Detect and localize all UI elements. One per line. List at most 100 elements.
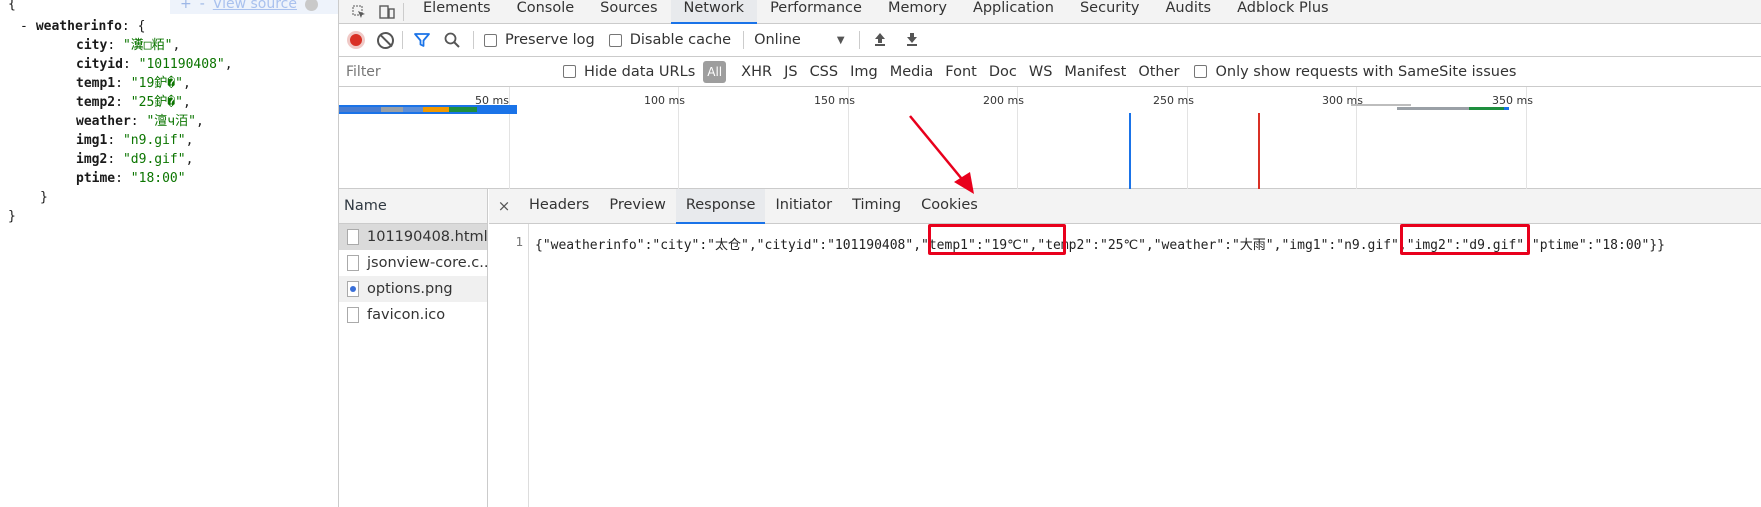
filter-type-font[interactable]: Font	[940, 61, 982, 83]
samesite-checkbox[interactable]: Only show requests with SameSite issues	[1194, 64, 1516, 80]
json-line: }	[40, 187, 48, 208]
toolbar-divider	[403, 2, 404, 21]
filter-type-img[interactable]: Img	[845, 61, 883, 83]
detail-tab-response[interactable]: Response	[675, 188, 766, 224]
json-line: - weatherinfo: {	[20, 16, 145, 37]
json-value: "n9.gif"	[122, 133, 186, 148]
request-row[interactable]: favicon.ico	[339, 302, 487, 328]
detail-tab-headers[interactable]: Headers	[519, 189, 599, 224]
panel-tabs: Elements Console Sources Network Performance…	[410, 0, 1342, 24]
tab-application[interactable]: Application	[960, 0, 1067, 24]
filter-bar: Hide data URLs All XHRJSCSSImgMediaFontDo…	[339, 57, 1761, 87]
record-button[interactable]	[347, 31, 365, 49]
tab-elements[interactable]: Elements	[410, 0, 504, 24]
preserve-log-checkbox[interactable]: Preserve log	[484, 32, 595, 48]
detail-tab-initiator[interactable]: Initiator	[765, 189, 842, 224]
json-key: img1	[76, 133, 108, 148]
json-value: "18:00"	[130, 171, 186, 186]
expand-all-button[interactable]: +	[180, 0, 192, 15]
json-key: ptime	[76, 171, 116, 186]
filter-type-manifest[interactable]: Manifest	[1059, 61, 1131, 83]
tab-audits[interactable]: Audits	[1153, 0, 1225, 24]
throttling-value: Online	[754, 32, 801, 48]
json-line: cityid: "101190408",	[76, 54, 233, 75]
filter-type-ws[interactable]: WS	[1024, 61, 1058, 83]
json-comma: ,	[195, 114, 204, 129]
json-line: temp2: "25鈩�",	[76, 92, 191, 113]
tab-memory[interactable]: Memory	[875, 0, 960, 24]
toolbar-divider	[743, 31, 745, 49]
dom-content-loaded-marker	[1129, 113, 1131, 189]
tab-console[interactable]: Console	[504, 0, 588, 24]
checkbox-box[interactable]	[563, 65, 576, 78]
request-row[interactable]: jsonview-core.c...	[339, 250, 487, 276]
network-overview-timeline[interactable]: 50 ms 100 ms 150 ms 200 ms 250 ms 300 ms 350 m…	[339, 87, 1761, 189]
timeline-tick-label: 250 ms	[1153, 94, 1194, 107]
devtools-tabbar: Elements Console Sources Network Performance…	[339, 0, 1761, 24]
checkbox-box[interactable]	[608, 33, 622, 47]
document-file-icon	[347, 229, 359, 245]
chevron-down-icon: ▼	[836, 34, 845, 46]
name-column-label: Name	[344, 198, 387, 214]
json-line: weather: "澶ч洦",	[76, 111, 204, 132]
json-key: weather	[76, 114, 131, 129]
json-comma: ,	[185, 152, 194, 167]
gear-icon[interactable]	[304, 0, 318, 11]
filter-input[interactable]	[344, 60, 551, 83]
device-toolbar-icon[interactable]	[377, 3, 397, 21]
hide-data-urls-checkbox[interactable]: Hide data URLs	[563, 64, 695, 80]
json-brace: {	[8, 0, 16, 12]
checkbox-box[interactable]	[484, 33, 497, 47]
search-icon[interactable]	[443, 31, 463, 49]
filter-type-media[interactable]: Media	[885, 61, 939, 83]
request-row[interactable]: options.png	[339, 276, 487, 302]
tab-network[interactable]: Network	[670, 0, 758, 24]
json-comma: ,	[182, 76, 191, 91]
timeline-gridline	[509, 87, 510, 189]
export-har-icon[interactable]	[904, 31, 922, 49]
request-row[interactable]: 101190408.html	[339, 224, 487, 250]
request-bar-late-4	[1469, 107, 1504, 110]
tab-sources[interactable]: Sources	[587, 0, 670, 24]
json-line: }	[8, 206, 16, 227]
json-brace: }	[8, 209, 16, 224]
toolbar-divider	[858, 31, 860, 49]
timeline-tick-label: 200 ms	[983, 94, 1024, 107]
tab-security[interactable]: Security	[1067, 0, 1153, 24]
view-source-link[interactable]: View source	[213, 0, 297, 15]
throttling-select[interactable]: Online ▼	[754, 32, 844, 48]
collapse-toggle[interactable]: -	[20, 19, 28, 34]
filter-icon[interactable]	[413, 31, 433, 49]
disable-cache-checkbox[interactable]: Disable cache	[608, 32, 731, 48]
filter-type-other[interactable]: Other	[1133, 61, 1184, 83]
collapse-all-button[interactable]: -	[200, 0, 205, 15]
filter-type-css[interactable]: CSS	[805, 61, 844, 83]
json-value: "澶ч洦"	[146, 114, 196, 129]
clear-icon[interactable]	[377, 31, 394, 49]
samesite-label: Only show requests with SameSite issues	[1215, 63, 1517, 80]
json-value: "101190408"	[138, 57, 225, 72]
json-key: temp2	[76, 95, 116, 110]
filter-type-xhr[interactable]: XHR	[736, 61, 777, 83]
timeline-tick-label: 150 ms	[814, 94, 855, 107]
json-colon: :	[107, 152, 123, 167]
tab-performance[interactable]: Performance	[757, 0, 875, 24]
filter-type-doc[interactable]: Doc	[984, 61, 1022, 83]
json-colon: :	[130, 114, 147, 129]
timeline-tick-label: 100 ms	[644, 94, 685, 107]
detail-tab-preview[interactable]: Preview	[599, 189, 675, 224]
request-name: jsonview-core.c...	[367, 255, 487, 271]
json-viewer-toolbar: + - View source	[170, 0, 338, 14]
json-viewer: + - View source {- weatherinfo: {city: "瀵…	[0, 0, 338, 507]
tab-adblock-plus[interactable]: Adblock Plus	[1224, 0, 1341, 24]
json-key: img2	[76, 152, 108, 167]
checkbox-box[interactable]	[1194, 65, 1208, 78]
filter-type-js[interactable]: JS	[779, 61, 802, 83]
name-column-header[interactable]: Name	[339, 189, 487, 224]
response-viewer[interactable]: 1 {"weatherinfo":"city":"太仓","cityid":"1…	[489, 224, 1761, 507]
filter-type-all[interactable]: All	[703, 60, 727, 83]
inspect-element-icon[interactable]	[349, 3, 369, 21]
load-event-marker	[1258, 113, 1260, 189]
close-icon[interactable]: ×	[489, 197, 519, 215]
import-har-icon[interactable]	[872, 31, 890, 49]
